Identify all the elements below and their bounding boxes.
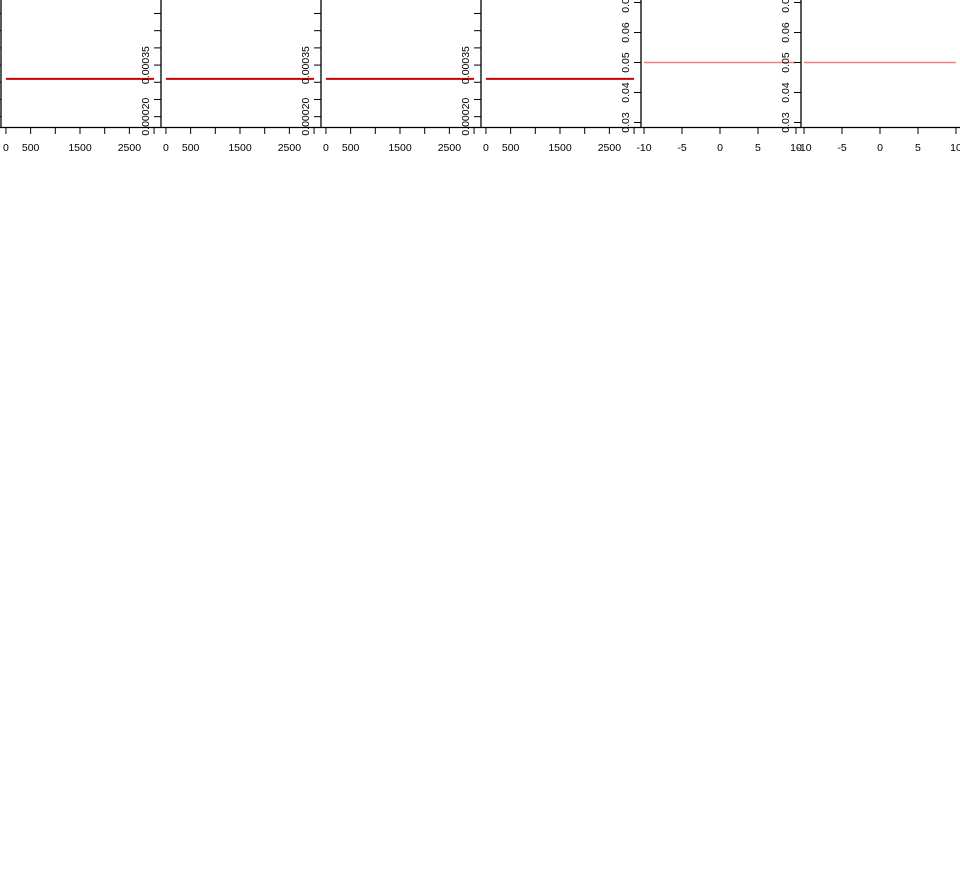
x-tick-label: 1500 bbox=[388, 142, 412, 154]
chart-panel-6: -10 -5 0 5 10 0.03 0.04 0.05 0.06 0.07 bbox=[780, 0, 960, 154]
y-tick-label: 0.00020 bbox=[460, 98, 472, 136]
y-tick-label: 0.00035 bbox=[460, 46, 472, 84]
x-tick-label: 5 bbox=[755, 142, 761, 154]
y-tick-label: 0.07 bbox=[620, 0, 632, 13]
x-tick-label: 500 bbox=[342, 142, 360, 154]
x-tick-label: 0 bbox=[877, 142, 883, 154]
x-tick-label: 500 bbox=[182, 142, 200, 154]
x-tick-label: 2500 bbox=[598, 142, 622, 154]
x-tick-label: 0 bbox=[163, 142, 169, 154]
chart-panel-2: 0 500 1500 2500 0.00020 0.00035 bbox=[140, 0, 320, 154]
x-tick-label: 500 bbox=[502, 142, 520, 154]
x-tick-label: 1500 bbox=[548, 142, 572, 154]
x-tick-label: 5 bbox=[915, 142, 921, 154]
chart-panel-5: -10 -5 0 5 100.030.040.050.060.07 bbox=[620, 0, 802, 154]
chart-panel-3: 0 500 1500 2500 0.00020 0.00035 bbox=[300, 0, 480, 154]
x-tick-label: -10 bbox=[636, 142, 651, 154]
y-tick-label: 0.00020 bbox=[300, 98, 312, 136]
x-tick-label: 0 bbox=[3, 142, 9, 154]
x-tick-label: 1500 bbox=[68, 142, 92, 154]
y-tick-label: 0.04 bbox=[620, 82, 632, 103]
y-tick-label: 0.00035 bbox=[140, 46, 152, 84]
y-tick-label: 0.03 bbox=[780, 112, 792, 133]
y-tick-label: 0.03 bbox=[620, 112, 632, 133]
chart-grid: 0500150025000.000200.000350500150025000.… bbox=[0, 0, 960, 154]
y-tick-label: 0.07 bbox=[780, 0, 792, 13]
x-tick-label: -5 bbox=[677, 142, 686, 154]
chart-panel-4: 0 500 1500 2500 0.00020 0.00035 bbox=[460, 0, 640, 154]
y-tick-label: 0.04 bbox=[780, 82, 792, 103]
y-tick-label: 0.05 bbox=[780, 52, 792, 73]
x-tick-label: -5 bbox=[837, 142, 846, 154]
x-tick-label: 2500 bbox=[438, 142, 462, 154]
x-tick-label: 10 bbox=[950, 142, 960, 154]
x-tick-label: -10 bbox=[796, 142, 811, 154]
x-tick-label: 2500 bbox=[278, 142, 302, 154]
x-tick-label: 2500 bbox=[118, 142, 142, 154]
y-tick-label: 0.00035 bbox=[300, 46, 312, 84]
y-tick-label: 0.00020 bbox=[140, 98, 152, 136]
x-tick-label: 500 bbox=[22, 142, 40, 154]
y-tick-label: 0.05 bbox=[620, 52, 632, 73]
x-tick-label: 1500 bbox=[228, 142, 252, 154]
y-tick-label: 0.06 bbox=[620, 22, 632, 43]
x-tick-label: 0 bbox=[323, 142, 329, 154]
chart-panel-1: 0 500 1500 2500 0.00020 0.00035 bbox=[0, 0, 160, 154]
x-tick-label: 0 bbox=[717, 142, 723, 154]
y-tick-label: 0.06 bbox=[780, 22, 792, 43]
x-tick-label: 0 bbox=[483, 142, 489, 154]
